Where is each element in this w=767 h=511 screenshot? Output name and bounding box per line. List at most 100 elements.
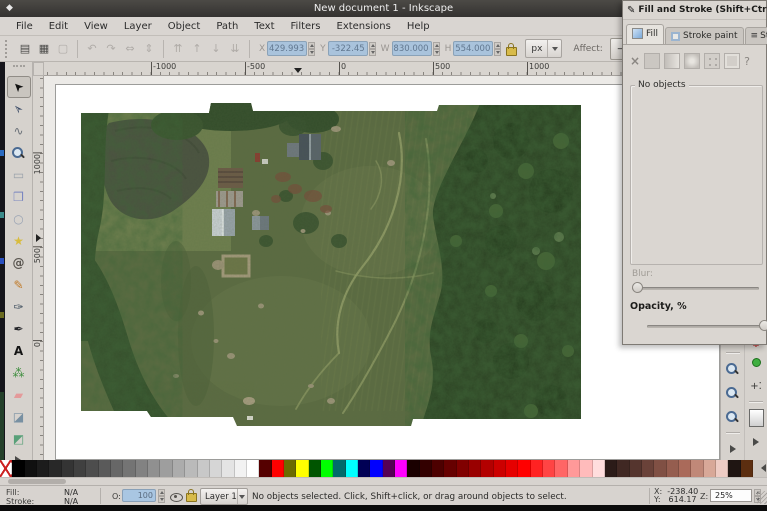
color-swatch[interactable] <box>715 460 729 477</box>
color-swatch[interactable] <box>703 460 716 477</box>
color-swatch[interactable] <box>345 460 358 477</box>
tab-stroke-style[interactable]: ≡Stroke style <box>744 27 767 44</box>
paint-flat-button[interactable] <box>644 53 661 69</box>
opacity-input[interactable]: 100 <box>122 489 156 502</box>
opacity-slider-handle[interactable] <box>759 320 767 331</box>
text-tool[interactable]: A <box>7 340 31 362</box>
color-swatch[interactable] <box>419 460 433 477</box>
color-swatch[interactable] <box>444 460 457 477</box>
flip-horizontal-button[interactable]: ⇔ <box>121 40 139 58</box>
lower-button[interactable]: ↓ <box>207 40 225 58</box>
palette-scroll-arrow[interactable] <box>761 464 766 472</box>
bucket-tool[interactable]: ◪ <box>7 406 31 428</box>
color-swatch[interactable] <box>259 460 272 477</box>
eraser-tool[interactable]: ▰ <box>7 384 31 406</box>
menu-item[interactable]: Layer <box>116 19 160 34</box>
color-swatch[interactable] <box>555 460 568 477</box>
zoom-to-page-button[interactable] <box>723 406 743 428</box>
snap-midpoints-button[interactable]: +⁚ <box>746 375 766 397</box>
color-swatch[interactable] <box>148 460 161 477</box>
flip-vertical-button[interactable]: ⇕ <box>140 40 158 58</box>
color-swatch[interactable] <box>604 460 618 477</box>
color-swatch[interactable] <box>370 460 383 477</box>
color-swatch[interactable] <box>357 460 371 477</box>
snap-overflow-arrow[interactable] <box>746 431 766 453</box>
color-swatch[interactable] <box>567 460 581 477</box>
color-swatch[interactable] <box>617 460 630 477</box>
color-swatch[interactable] <box>469 460 482 477</box>
menu-item[interactable]: File <box>8 19 41 34</box>
toolbox-grip[interactable] <box>12 65 25 75</box>
dialog-title-bar[interactable]: ✎ Fill and Stroke (Shift+Ctrl+F) <box>623 1 767 20</box>
zoom-tool[interactable] <box>7 142 31 164</box>
paint-pattern-button[interactable] <box>704 53 721 69</box>
pencil-tool[interactable]: ✎ <box>7 274 31 296</box>
rectangle-tool[interactable]: ▭ <box>7 164 31 186</box>
lower-to-bottom-button[interactable]: ⇊ <box>226 40 244 58</box>
raise-button[interactable]: ↑ <box>188 40 206 58</box>
menu-item[interactable]: Help <box>399 19 438 34</box>
zoom-input[interactable]: 25% <box>710 489 752 502</box>
paint-unknown-button[interactable]: ? <box>744 55 750 68</box>
node-tool[interactable]: ➢ <box>7 98 31 120</box>
spray-tool[interactable]: ⁂ <box>7 362 31 384</box>
lock-ratio-icon[interactable] <box>506 43 518 56</box>
zoom-to-drawing-button[interactable] <box>723 382 743 404</box>
opacity-slider[interactable] <box>647 320 767 331</box>
menu-item[interactable]: Text <box>246 19 282 34</box>
menu-item[interactable]: Object <box>160 19 209 34</box>
paint-linear-gradient-button[interactable] <box>664 53 681 69</box>
selector-tool[interactable]: ➤ <box>6 76 31 98</box>
3dbox-tool[interactable]: ❒ <box>7 186 31 208</box>
color-swatch[interactable] <box>543 460 556 477</box>
select-all-layers-button[interactable]: ▦ <box>35 40 53 58</box>
color-swatch[interactable] <box>641 460 655 477</box>
color-swatch[interactable] <box>728 460 741 477</box>
color-swatch[interactable] <box>456 460 470 477</box>
spiral-tool[interactable]: @ <box>7 252 31 274</box>
unit-selector[interactable]: px <box>525 39 563 58</box>
color-swatch[interactable] <box>24 460 38 477</box>
blur-slider-handle[interactable] <box>632 282 643 293</box>
color-swatch[interactable] <box>185 460 198 477</box>
color-swatch[interactable] <box>530 460 544 477</box>
color-swatch[interactable] <box>432 460 445 477</box>
color-swatch[interactable] <box>111 460 124 477</box>
fill-value[interactable]: N/A <box>64 488 78 497</box>
menu-item[interactable]: Edit <box>41 19 76 34</box>
menu-item[interactable]: View <box>76 19 116 34</box>
gradient-tool[interactable]: ◩ <box>7 428 31 450</box>
unit-dropdown-arrow[interactable] <box>547 40 561 57</box>
field-input[interactable]: 830.000 <box>391 41 432 56</box>
color-swatch[interactable] <box>135 460 149 477</box>
layer-lock-icon[interactable] <box>186 489 197 502</box>
deselect-button[interactable]: ▢ <box>54 40 72 58</box>
raise-to-top-button[interactable]: ⇈ <box>169 40 187 58</box>
window-resize-grip[interactable] <box>757 491 767 504</box>
rotate-cw-button[interactable]: ↷ <box>102 40 120 58</box>
color-swatch[interactable] <box>172 460 186 477</box>
color-swatch[interactable] <box>678 460 692 477</box>
field-input[interactable]: 429.993 <box>267 41 308 56</box>
color-swatch[interactable] <box>382 460 395 477</box>
opacity-spinner[interactable] <box>158 489 165 503</box>
paint-swatch-button[interactable] <box>724 53 741 69</box>
paint-radial-gradient-button[interactable] <box>684 53 701 69</box>
color-swatch[interactable] <box>209 460 223 477</box>
color-swatch[interactable] <box>481 460 494 477</box>
color-swatch[interactable] <box>123 460 136 477</box>
color-swatch[interactable] <box>222 460 235 477</box>
color-swatch[interactable] <box>493 460 507 477</box>
color-swatch[interactable] <box>654 460 667 477</box>
color-swatch[interactable] <box>246 460 260 477</box>
color-swatch[interactable] <box>271 460 284 477</box>
field-spinner[interactable] <box>494 41 502 56</box>
pen-tool[interactable]: ✑ <box>7 296 31 318</box>
menu-item[interactable]: Extensions <box>329 19 399 34</box>
color-swatch[interactable] <box>740 460 753 477</box>
color-swatch[interactable] <box>197 460 210 477</box>
calligraphy-tool[interactable]: ✒ <box>7 318 31 340</box>
color-swatch[interactable] <box>666 460 679 477</box>
canvas[interactable] <box>44 76 720 460</box>
color-swatch[interactable] <box>283 460 297 477</box>
